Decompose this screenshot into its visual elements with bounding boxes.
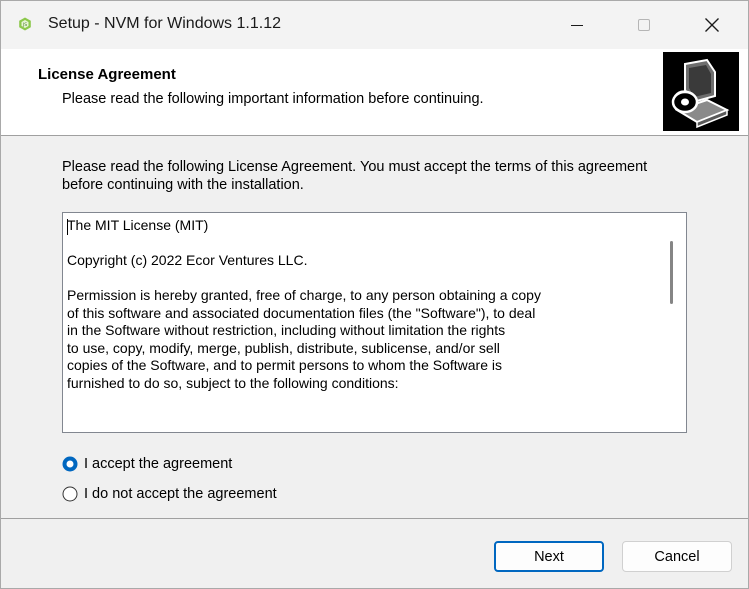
license-line: The MIT License (MIT) [67,217,209,233]
setup-window: JS Setup - NVM for Windows 1.1.12 Licens… [0,0,749,589]
license-line: to use, copy, modify, merge, publish, di… [67,339,500,356]
minimize-icon [571,19,583,31]
footer-divider [1,518,748,519]
next-button[interactable]: Next [494,541,604,572]
license-line: in the Software without restriction, inc… [67,322,506,338]
decline-label[interactable]: I do not accept the agreement [84,486,277,502]
header-divider [1,135,748,136]
page-title: License Agreement [38,66,176,83]
license-instructions: Please read the following License Agreem… [62,159,648,193]
radio-selected-icon[interactable] [62,456,78,472]
license-line [67,235,659,253]
radio-unselected-icon[interactable] [62,486,78,502]
svg-text:JS: JS [22,22,27,28]
close-icon [705,18,719,32]
title-bar[interactable]: JS Setup - NVM for Windows 1.1.12 [1,1,748,49]
license-line: Permission is hereby granted, free of ch… [67,287,541,303]
license-text-area[interactable]: The MIT License (MIT) Copyright (c) 2022 … [62,212,687,433]
window-title: Setup - NVM for Windows 1.1.12 [48,15,281,32]
computer-installer-icon [663,52,739,131]
license-line: Copyright (c) 2022 Ecor Ventures LLC. [67,252,308,268]
page-subtitle: Please read the following important info… [62,91,484,107]
scrollbar-thumb[interactable] [670,241,673,304]
accept-radio-option[interactable]: I accept the agreement [62,454,232,474]
minimize-button[interactable] [554,1,600,49]
decline-radio-option[interactable]: I do not accept the agreement [62,484,277,504]
license-line [67,270,659,288]
license-scrollbar[interactable] [660,213,686,432]
license-line: furnished to do so, subject to the follo… [67,374,399,391]
accept-label[interactable]: I accept the agreement [84,456,232,472]
license-text: The MIT License (MIT) Copyright (c) 2022 … [67,217,659,392]
close-button[interactable] [689,1,735,49]
wizard-header: License Agreement Please read the follow… [1,49,748,135]
maximize-icon [638,19,650,31]
cancel-button[interactable]: Cancel [622,541,732,572]
license-line: copies of the Software, and to permit pe… [67,357,502,373]
nodejs-hexagon-icon: JS [18,17,32,31]
text-cursor [67,219,68,235]
license-line: of this software and associated document… [67,304,536,321]
maximize-button[interactable] [621,1,667,49]
